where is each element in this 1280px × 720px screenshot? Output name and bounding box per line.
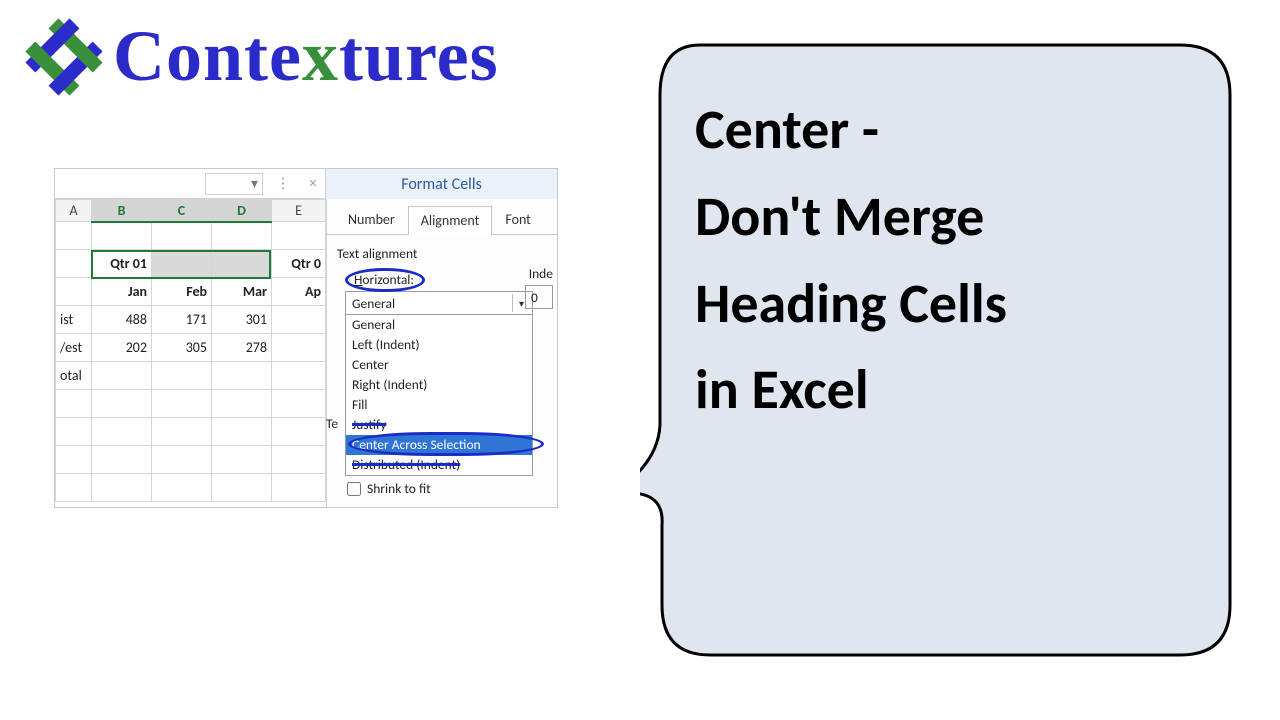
callout-line-4: in Excel	[695, 347, 1205, 434]
option-distributed[interactable]: Distributed (Indent)	[346, 455, 532, 475]
text-alignment-label: Text alignment	[337, 245, 547, 262]
cell[interactable]: 301	[212, 306, 272, 334]
indent-label: Inde	[529, 265, 553, 282]
formula-bar: ▾ ⋮ ×	[55, 169, 325, 199]
option-center-across-selection[interactable]: Center Across Selection	[346, 435, 532, 455]
row-label[interactable]: ist	[56, 306, 92, 334]
cell[interactable]: 278	[212, 334, 272, 362]
shrink-label: Shrink to fit	[367, 480, 431, 497]
horizontal-combo[interactable]: General ▾	[345, 291, 533, 315]
tab-alignment[interactable]: Alignment	[408, 206, 493, 235]
cell[interactable]: Mar	[212, 278, 272, 306]
weave-logo-icon	[25, 18, 103, 96]
cell[interactable]: Qtr 0	[272, 250, 326, 278]
cell[interactable]	[212, 250, 272, 278]
row-label[interactable]: otal	[56, 362, 92, 390]
brand-logo-block: Contextures	[25, 15, 499, 98]
horizontal-text: orizontal:	[362, 271, 414, 288]
row-label[interactable]: /est	[56, 334, 92, 362]
callout-line-1: Center -	[695, 87, 1205, 174]
cell[interactable]: 305	[152, 334, 212, 362]
cell[interactable]: Jan	[92, 278, 152, 306]
col-header[interactable]: C	[152, 200, 212, 222]
te-prefix: Te	[326, 415, 338, 433]
horizontal-label: Horizontal:	[345, 271, 425, 288]
option-right-indent[interactable]: Right (Indent)	[346, 375, 532, 395]
spreadsheet-grid[interactable]: A B C D E Qtr 01 Qtr 0 Jan Feb	[55, 199, 326, 507]
col-header[interactable]: E	[272, 200, 326, 222]
col-header[interactable]: B	[92, 200, 152, 222]
col-header[interactable]: D	[212, 200, 272, 222]
option-justify[interactable]: Te Justify	[346, 415, 532, 435]
indent-spinner[interactable]: 0	[525, 285, 553, 309]
chevron-down-icon: ▾	[251, 175, 258, 192]
shrink-to-fit-checkbox[interactable]: Shrink to fit	[347, 480, 547, 497]
cell[interactable]: 202	[92, 334, 152, 362]
formula-menu-icon[interactable]: ⋮	[273, 174, 293, 194]
tab-number[interactable]: Number	[335, 205, 408, 234]
combo-value: General	[352, 295, 395, 312]
cell[interactable]: Qtr 01	[92, 250, 152, 278]
shrink-checkbox-input[interactable]	[347, 482, 361, 496]
col-header[interactable]: A	[56, 200, 92, 222]
cell[interactable]: Feb	[152, 278, 212, 306]
cell[interactable]: 488	[92, 306, 152, 334]
option-fill[interactable]: Fill	[346, 395, 532, 415]
option-general[interactable]: General	[346, 315, 532, 335]
excel-screenshot: ▾ ⋮ × Format Cells A B C D E Qtr 01	[54, 168, 558, 508]
option-center[interactable]: Center	[346, 355, 532, 375]
cell[interactable]: Ap	[272, 278, 326, 306]
format-cells-dialog: Number Alignment Font Text alignment Hor…	[326, 199, 557, 507]
callout-line-2: Don't Merge	[695, 174, 1205, 261]
callout-speech-bubble: Center - Don't Merge Heading Cells in Ex…	[640, 25, 1240, 660]
cancel-edit-icon[interactable]: ×	[303, 174, 323, 194]
name-box[interactable]: ▾	[205, 173, 263, 195]
tab-font[interactable]: Font	[492, 205, 544, 234]
dialog-title: Format Cells	[325, 169, 557, 199]
cell[interactable]	[152, 250, 212, 278]
callout-line-3: Heading Cells	[695, 261, 1205, 348]
brand-name: Contextures	[113, 15, 499, 98]
horizontal-options[interactable]: General Left (Indent) Center Right (Inde…	[345, 315, 533, 476]
option-left-indent[interactable]: Left (Indent)	[346, 335, 532, 355]
cell[interactable]: 171	[152, 306, 212, 334]
